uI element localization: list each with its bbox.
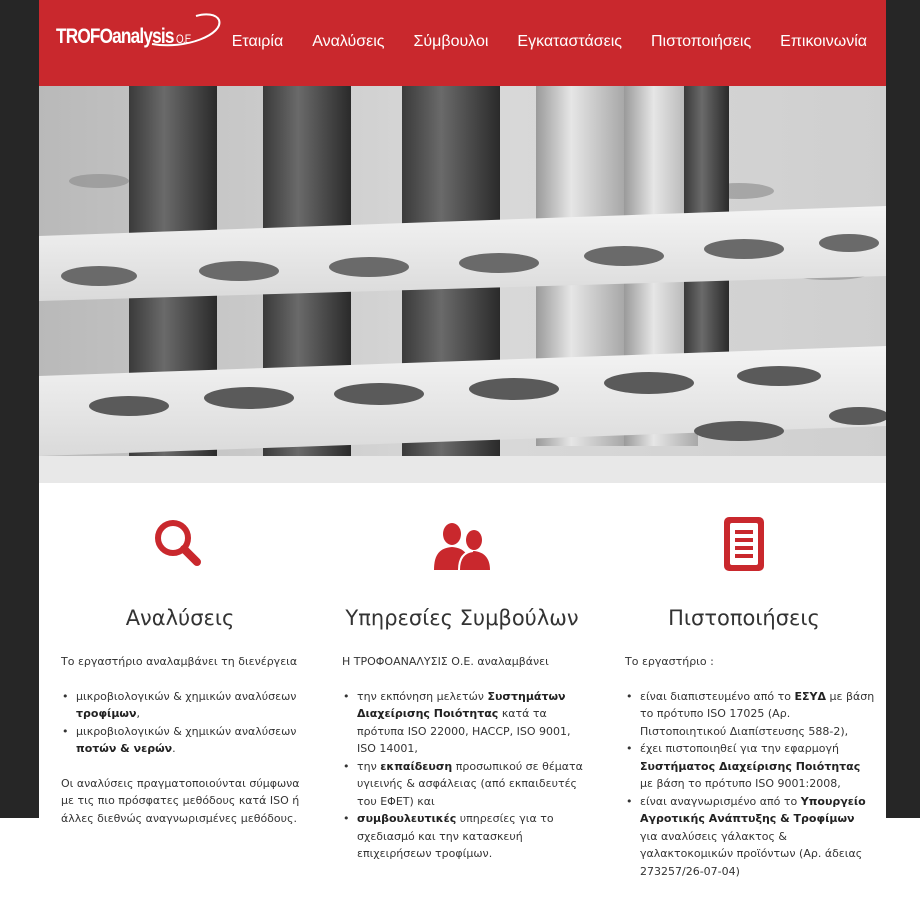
nav-item-facilities[interactable]: Εγκαταστάσεις [517,33,622,51]
site-header: TROFOanalysis Ο.Ε. Εταιρία Αναλύσεις Σύμβ… [39,0,886,86]
feature-list: μικροβιολογικών & χημικών αναλύσεων τροφ… [61,688,311,758]
feature-body: Το εργαστήριο αναλαμβάνει τη διενέργεια … [61,653,311,844]
list-item: έχει πιστοποιηθεί για την εφαρμογή Συστή… [626,740,875,793]
feature-body: Το εργαστήριο : είναι διαπιστευμένο από … [625,653,875,897]
hero-image [39,86,886,483]
list-item: συμβουλευτικές υπηρεσίες για το σχεδιασμ… [343,810,592,863]
list-item: είναι διαπιστευμένο από το ΕΣΥΔ με βάση … [626,688,875,741]
feature-intro: Το εργαστήριο : [625,655,714,668]
feature-outro: Οι αναλύσεις πραγματοποιούνται σύμφωνα μ… [61,776,300,825]
search-icon [155,520,201,566]
nav-item-certifications[interactable]: Πιστοποιήσεις [651,33,751,51]
nav-item-contact[interactable]: Επικοινωνία [780,33,867,51]
nav-item-consultants[interactable]: Σύμβουλοι [414,33,489,51]
document-icon [724,517,764,571]
logo-suffix: Ο.Ε. [176,32,193,46]
nav-item-company[interactable]: Εταιρία [232,33,283,51]
feature-list: την εκπόνηση μελετών Συστημάτων Διαχείρι… [342,688,592,863]
feature-intro: Το εργαστήριο αναλαμβάνει τη διενέργεια [61,655,298,668]
feature-body: Η ΤΡΟΦΟΑΝΑΛΥΣΙΣ Ο.Ε. αναλαμβάνει την εκπ… [342,653,592,880]
list-item: μικροβιολογικών & χημικών αναλύσεων τροφ… [62,688,311,723]
list-item: μικροβιολογικών & χημικών αναλύσεων ποτώ… [62,723,311,758]
list-item: την εκπαίδευση προσωπικού σε θέματα υγιε… [343,758,592,811]
list-item: είναι αναγνωρισμένο από το Υπουργείο Αγρ… [626,793,875,881]
list-item: την εκπόνηση μελετών Συστημάτων Διαχείρι… [343,688,592,758]
feature-list: είναι διαπιστευμένο από το ΕΣΥΔ με βάση … [625,688,875,881]
feature-title: Αναλύσεις [125,606,235,630]
feature-title: Υπηρεσίες Συμβούλων [345,606,579,630]
main-nav: Εταιρία Αναλύσεις Σύμβουλοι Εγκαταστάσει… [203,33,867,51]
nav-item-analyses[interactable]: Αναλύσεις [312,33,384,51]
users-icon [434,523,490,571]
logo-name: TROFOanalysis [56,25,174,48]
test-tubes-image [39,86,886,483]
feature-intro: Η ΤΡΟΦΟΑΝΑΛΥΣΙΣ Ο.Ε. αναλαμβάνει [342,655,549,668]
page-container: TROFOanalysis Ο.Ε. Εταιρία Αναλύσεις Σύμβ… [39,0,886,920]
feature-title: Πιστοποιήσεις [668,606,820,630]
site-logo[interactable]: TROFOanalysis Ο.Ε. [56,12,226,52]
